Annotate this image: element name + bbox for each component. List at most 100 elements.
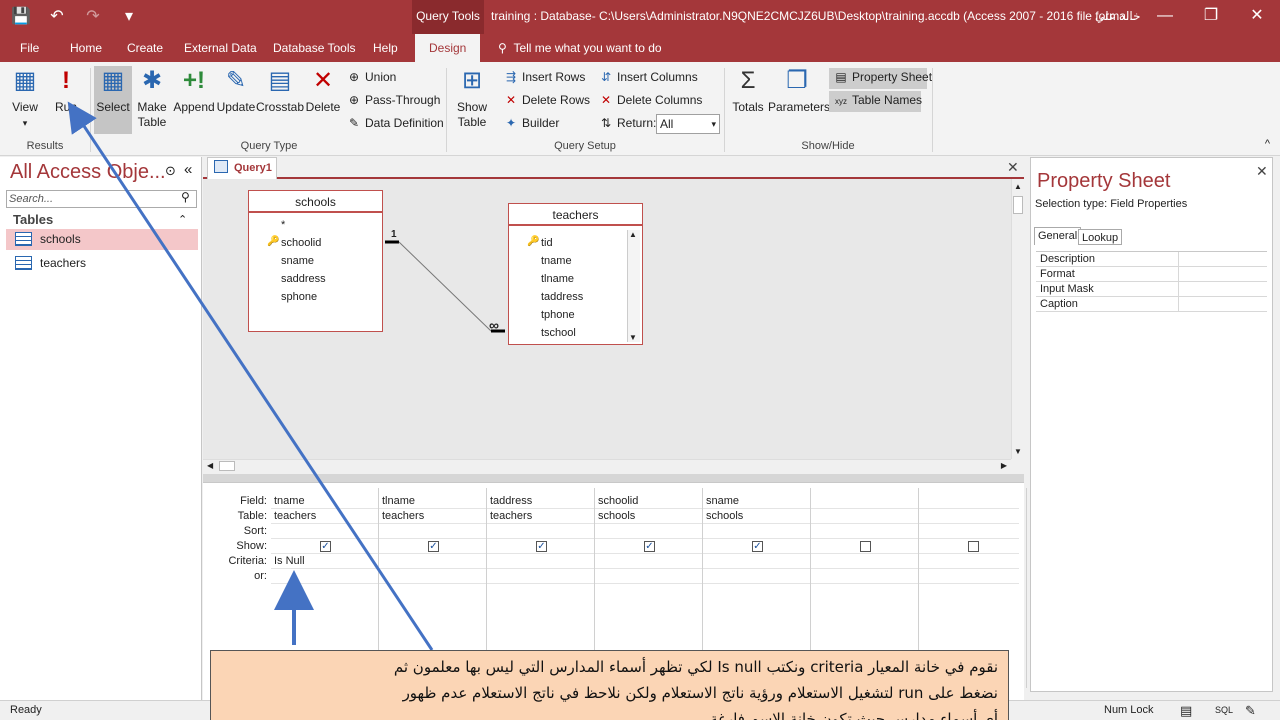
show-checkbox[interactable]: ✓: [644, 541, 655, 552]
field-cell[interactable]: taddress: [490, 495, 532, 507]
tab-lookup[interactable]: Lookup: [1078, 229, 1123, 245]
table-cell[interactable]: teachers: [382, 510, 424, 522]
criteria-row-label: Criteria:: [228, 555, 267, 567]
insert-columns-button[interactable]: ⇵ Insert Columns: [598, 70, 698, 84]
access-window: 💾 ↶ ↷ ▾ Query Tools training : Database-…: [0, 0, 1280, 720]
redo-icon[interactable]: ↷: [82, 6, 104, 26]
tab-help[interactable]: Help: [369, 34, 402, 62]
group-results: Results: [26, 140, 64, 152]
nav-search-input[interactable]: Search...: [6, 190, 197, 208]
design-view-icon[interactable]: ✎: [1245, 703, 1256, 719]
section-collapse-icon[interactable]: ⌃: [178, 213, 187, 226]
table-names-icon: xyz: [835, 97, 847, 106]
scroll-down-icon[interactable]: ▼: [1014, 447, 1022, 456]
delete-columns-button[interactable]: ✕ Delete Columns: [598, 93, 702, 107]
tab-file[interactable]: File: [16, 34, 43, 62]
table-row-label: Table:: [237, 510, 267, 522]
delete-rows-button[interactable]: ✕ Delete Rows: [503, 93, 590, 107]
property-row[interactable]: Caption: [1036, 297, 1267, 312]
show-checkbox[interactable]: ✓: [320, 541, 331, 552]
data-definition-icon: ✎: [348, 116, 360, 130]
tab-external-data[interactable]: External Data: [180, 34, 261, 62]
table-cell[interactable]: schools: [706, 510, 743, 522]
customize-qat-icon[interactable]: ▾: [118, 6, 140, 26]
nav-item-schools[interactable]: schools: [6, 229, 198, 250]
user-name[interactable]: خالد علي: [1095, 9, 1141, 23]
run-button[interactable]: ! Run: [50, 66, 82, 115]
delete-query-button[interactable]: ✕ Delete: [304, 66, 342, 115]
data-definition-label: Data Definition: [365, 116, 444, 130]
field-cell[interactable]: tname: [274, 495, 305, 507]
table-cell[interactable]: teachers: [490, 510, 532, 522]
close-query-icon[interactable]: ✕: [1007, 159, 1019, 176]
insert-rows-button[interactable]: ⇶ Insert Rows: [503, 70, 585, 84]
tell-me-box[interactable]: ⚲ Tell me what you want to do: [498, 34, 662, 62]
builder-button[interactable]: ✦ Builder: [503, 116, 559, 130]
view-button[interactable]: ▦ View ▾: [8, 66, 42, 131]
update-button[interactable]: ✎ Update: [216, 66, 256, 115]
scroll-up-icon[interactable]: ▲: [1014, 182, 1022, 191]
select-query-button[interactable]: ▦ Select: [94, 66, 132, 134]
data-definition-button[interactable]: ✎ Data Definition: [346, 116, 444, 130]
crosstab-button[interactable]: ▤ Crosstab: [256, 66, 304, 115]
lightbulb-icon: ⚲: [498, 41, 507, 55]
scroll-thumb[interactable]: [219, 461, 235, 471]
show-checkbox[interactable]: ✓: [536, 541, 547, 552]
save-icon[interactable]: 💾: [10, 6, 32, 26]
nav-section-tables[interactable]: Tables: [13, 212, 53, 227]
scroll-left-icon[interactable]: ◀: [207, 461, 213, 470]
query-tab-label: Query1: [234, 162, 272, 174]
scroll-thumb[interactable]: [1013, 196, 1023, 214]
collapse-ribbon-icon[interactable]: ^: [1265, 138, 1270, 150]
undo-icon[interactable]: ↶: [46, 6, 68, 26]
tab-general[interactable]: General: [1034, 227, 1082, 245]
tab-home[interactable]: Home: [66, 34, 106, 62]
datasheet-view-icon[interactable]: ▤: [1180, 703, 1192, 719]
shutter-bar-icon[interactable]: «: [184, 161, 192, 178]
minimize-button[interactable]: —: [1142, 0, 1188, 32]
property-sheet-button[interactable]: ▤ Property Sheet: [829, 68, 932, 89]
search-icon[interactable]: ⚲: [181, 190, 190, 204]
table-names-button[interactable]: xyz Table Names: [829, 91, 922, 112]
pass-through-button[interactable]: ⊕ Pass-Through: [346, 93, 440, 107]
make-table-button[interactable]: ✱ Make Table: [134, 66, 170, 130]
show-checkbox[interactable]: ✓: [752, 541, 763, 552]
nav-menu-icon[interactable]: ⊙: [165, 163, 176, 179]
show-table-icon: ⊞: [461, 67, 483, 94]
field-cell[interactable]: tlname: [382, 495, 415, 507]
sql-view-icon[interactable]: SQL: [1215, 705, 1233, 715]
totals-button[interactable]: Σ Totals: [730, 66, 766, 115]
criteria-cell[interactable]: Is Null: [274, 555, 305, 567]
table-cell[interactable]: teachers: [274, 510, 316, 522]
property-name: Caption: [1040, 298, 1078, 310]
return-value: All: [660, 117, 674, 131]
return-select[interactable]: All ▾: [656, 114, 720, 134]
nav-item-teachers[interactable]: teachers: [6, 253, 198, 274]
field-cell[interactable]: sname: [706, 495, 739, 507]
restore-button[interactable]: ❐: [1188, 0, 1234, 32]
scroll-right-icon[interactable]: ▶: [1001, 461, 1007, 470]
property-row[interactable]: Input Mask: [1036, 282, 1267, 297]
property-row[interactable]: Description: [1036, 252, 1267, 267]
vertical-scrollbar[interactable]: ▲ ▼: [1011, 179, 1024, 459]
pane-splitter[interactable]: [203, 474, 1024, 482]
table-cell[interactable]: schools: [598, 510, 635, 522]
append-button[interactable]: +! Append: [172, 66, 216, 115]
close-button[interactable]: ✕: [1234, 0, 1280, 32]
horizontal-scrollbar[interactable]: ◀ ▶: [203, 459, 1011, 472]
show-checkbox[interactable]: ✓: [428, 541, 439, 552]
union-button[interactable]: ⊕ Union: [346, 70, 396, 84]
tab-query1[interactable]: Query1: [207, 157, 277, 179]
show-checkbox[interactable]: [860, 541, 871, 552]
property-name: Input Mask: [1040, 283, 1094, 295]
tab-design[interactable]: Design: [415, 34, 481, 62]
field-cell[interactable]: schoolid: [598, 495, 638, 507]
tab-create[interactable]: Create: [123, 34, 167, 62]
close-property-sheet-icon[interactable]: ✕: [1256, 163, 1268, 180]
tab-database-tools[interactable]: Database Tools: [269, 34, 360, 62]
parameters-button[interactable]: ❐ Parameters: [768, 66, 830, 115]
show-checkbox[interactable]: [968, 541, 979, 552]
property-row[interactable]: Format: [1036, 267, 1267, 282]
nav-pane-title[interactable]: All Access Obje...: [10, 161, 166, 184]
show-table-button[interactable]: ⊞ Show Table: [452, 66, 492, 130]
